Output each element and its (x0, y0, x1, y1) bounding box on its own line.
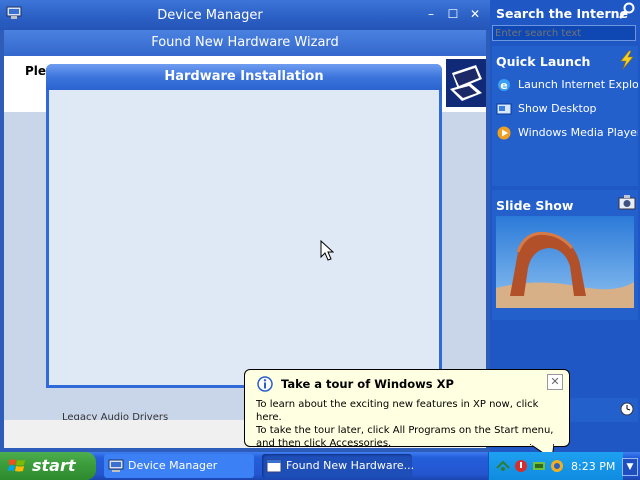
search-input[interactable] (492, 25, 636, 41)
task-label: Found New Hardware... (286, 459, 415, 472)
quick-launch-panel: Quick Launch e Launch Internet Explore S… (492, 46, 638, 186)
quick-launch-label: Show Desktop (518, 102, 597, 115)
balloon-text[interactable]: To learn about the exciting new features… (256, 398, 564, 450)
quick-launch-label: Launch Internet Explore (518, 78, 638, 91)
slide-show-image[interactable] (496, 216, 634, 308)
slide-show-panel: Slide Show (492, 190, 638, 320)
windows-flag-icon (8, 459, 25, 472)
task-label: Device Manager (128, 459, 218, 472)
mouse-cursor-icon (320, 240, 334, 261)
balloon-close-button[interactable]: ✕ (547, 374, 563, 390)
search-icon[interactable] (618, 2, 636, 20)
taskbar-expand-button[interactable]: ▼ (622, 458, 638, 476)
computer-icon (108, 459, 124, 472)
balloon-line: To take the tour later, click All Progra… (256, 425, 554, 436)
ie-icon: e (498, 79, 510, 92)
clock-icon (620, 402, 634, 416)
media-player-icon (497, 126, 511, 140)
search-title: Search the Interne (496, 6, 628, 21)
balloon-line: and then click Accessories. (256, 438, 392, 449)
security-alert-icon[interactable] (513, 458, 529, 474)
network-icon[interactable] (495, 458, 511, 474)
window-icon (266, 459, 282, 473)
quick-launch-media-player[interactable]: Windows Media Player (496, 124, 638, 142)
wizard-title[interactable]: Found New Hardware Wizard (4, 30, 486, 56)
taskbar-device-manager[interactable]: Device Manager (104, 454, 254, 478)
hardware-installation-title[interactable]: Hardware Installation (46, 64, 442, 90)
balloon-line: To learn about the exciting new features… (256, 399, 539, 423)
tour-balloon[interactable]: Take a tour of Windows XP ✕ To learn abo… (244, 369, 570, 450)
hardware-installation-dialog: Hardware Installation (46, 64, 442, 388)
maximize-button[interactable]: ☐ (446, 7, 460, 21)
camera-icon[interactable] (618, 194, 636, 210)
device-manager-title: Device Manager (157, 8, 263, 23)
close-button[interactable]: ✕ (468, 7, 482, 21)
hardware-icon (446, 59, 486, 107)
lightning-icon (620, 50, 634, 70)
tour-icon[interactable] (549, 458, 565, 474)
system-tray: 8:23 PM (488, 452, 623, 480)
hardware-installation-client (49, 90, 439, 385)
balloon-title: Take a tour of Windows XP (281, 377, 454, 391)
taskbar: start Device Manager Found New Hardware.… (0, 452, 640, 480)
slide-show-title: Slide Show (496, 198, 574, 213)
show-desktop-icon (496, 103, 512, 115)
quick-launch-internet-explorer[interactable]: e Launch Internet Explore (496, 76, 638, 94)
device-manager-titlebar[interactable]: Device Manager – ☐ ✕ (0, 0, 490, 30)
quick-launch-title: Quick Launch (496, 54, 591, 69)
start-label: start (32, 456, 76, 475)
clock[interactable]: 8:23 PM (571, 460, 615, 473)
hardware-tray-icon[interactable] (531, 458, 547, 474)
minimize-button[interactable]: – (424, 7, 438, 21)
taskbar-found-new-hardware[interactable]: Found New Hardware... (262, 454, 415, 478)
quick-launch-label: Windows Media Player (518, 126, 638, 139)
start-button[interactable]: start (0, 452, 96, 480)
info-icon (257, 376, 273, 392)
svg-text:e: e (500, 79, 507, 92)
quick-launch-show-desktop[interactable]: Show Desktop (496, 100, 638, 118)
